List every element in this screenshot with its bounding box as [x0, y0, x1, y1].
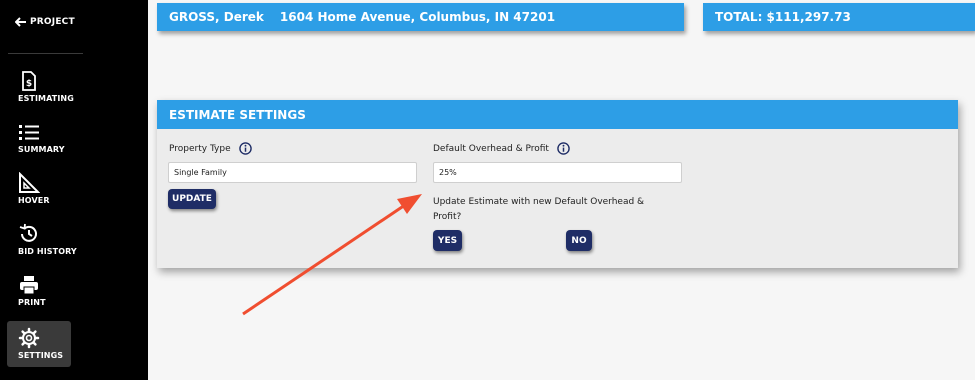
sidebar-divider — [8, 53, 83, 54]
sidebar-item-summary[interactable]: SUMMARY — [7, 115, 71, 161]
panel-title: ESTIMATE SETTINGS — [157, 100, 958, 129]
sidebar-item-label: SUMMARY — [18, 145, 65, 154]
info-icon[interactable] — [238, 142, 252, 155]
yes-button[interactable]: YES — [433, 230, 462, 251]
sidebar-item-print[interactable]: PRINT — [7, 268, 71, 314]
sidebar-item-label: HOVER — [18, 196, 50, 205]
ruler-triangle-icon — [19, 172, 40, 193]
customer-address: 1604 Home Avenue, Columbus, IN 47201 — [279, 10, 556, 24]
property-type-label-row: Property Type — [169, 142, 252, 155]
printer-icon — [20, 276, 38, 295]
back-link-label: PROJECT — [30, 17, 75, 27]
sidebar-item-label: SETTINGS — [18, 351, 64, 360]
overhead-field[interactable] — [433, 162, 682, 183]
sidebar-item-settings[interactable]: SETTINGS — [7, 321, 71, 367]
total-amount: TOTAL: $111,297.73 — [715, 10, 851, 24]
overhead-label: Default Overhead & Profit — [433, 143, 549, 154]
overhead-label-row: Default Overhead & Profit — [433, 142, 570, 155]
property-type-field[interactable] — [168, 162, 417, 183]
list-icon — [19, 125, 39, 140]
customer-name: GROSS, Derek — [169, 10, 264, 24]
customer-header-card: GROSS, Derek 1604 Home Avenue, Columbus,… — [157, 3, 684, 31]
update-question: Update Estimate with new Default Overhea… — [433, 197, 645, 222]
sidebar-item-label: ESTIMATING — [18, 94, 74, 103]
info-icon[interactable] — [557, 142, 570, 155]
estimate-settings-panel: ESTIMATE SETTINGS Property Type UPDATE D… — [157, 100, 958, 268]
no-button[interactable]: NO — [566, 230, 592, 251]
estimate-document-icon: $ — [22, 71, 36, 91]
gear-icon — [18, 327, 40, 349]
sidebar-item-bid-history[interactable]: BID HISTORY — [7, 217, 77, 263]
property-type-label: Property Type — [169, 143, 231, 154]
arrow-left-icon — [15, 17, 26, 27]
svg-text:$: $ — [26, 79, 32, 89]
update-button[interactable]: UPDATE — [168, 189, 216, 209]
total-card: TOTAL: $111,297.73 — [703, 3, 975, 31]
sidebar-item-label: BID HISTORY — [18, 247, 77, 256]
history-icon — [19, 223, 37, 242]
sidebar-item-estimating[interactable]: $ ESTIMATING — [7, 64, 74, 110]
sidebar: PROJECT $ ESTIMATING SUMMARY HOVER BID H… — [0, 0, 148, 380]
sidebar-item-label: PRINT — [18, 298, 46, 307]
sidebar-item-hover[interactable]: HOVER — [7, 166, 71, 212]
back-to-project-link[interactable]: PROJECT — [15, 17, 75, 27]
